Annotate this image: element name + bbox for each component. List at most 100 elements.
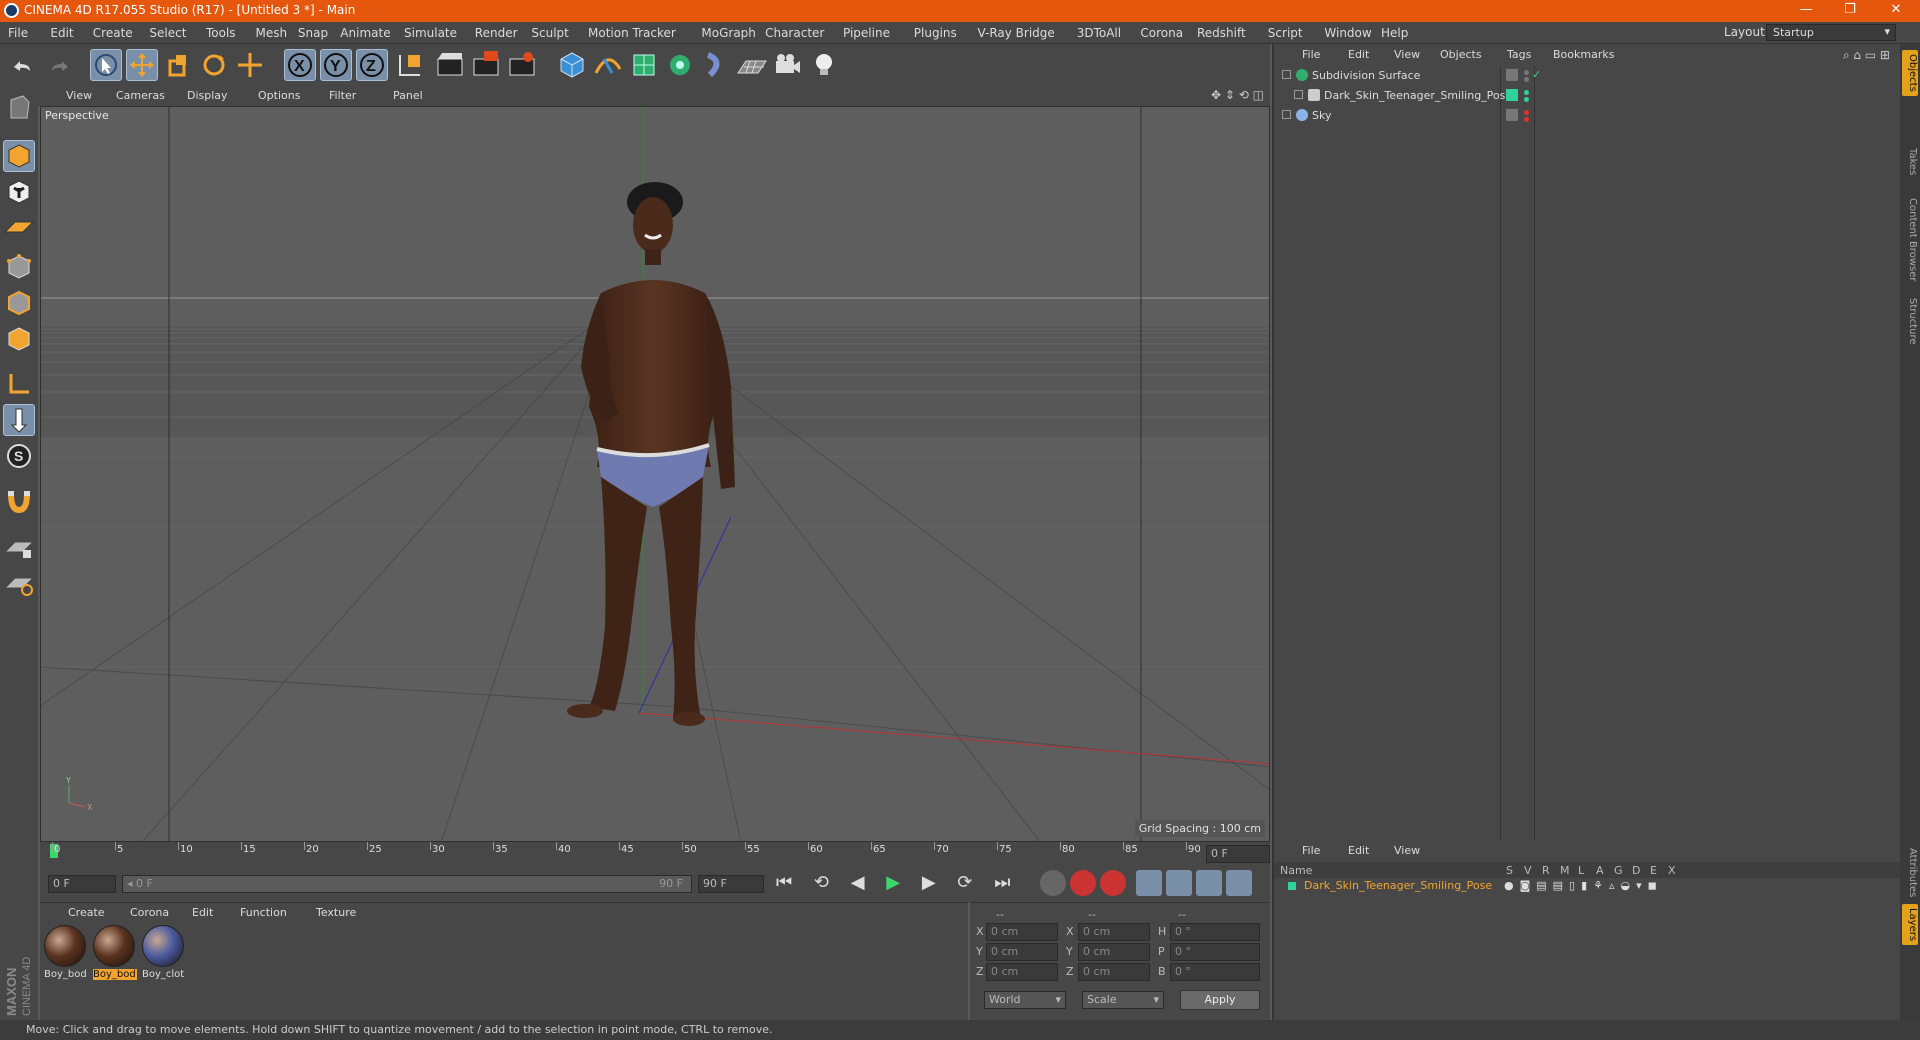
cloner-button[interactable] xyxy=(664,49,696,81)
object-menu-edit[interactable]: Edit xyxy=(1348,48,1369,61)
visibility-render-dot[interactable] xyxy=(1524,117,1529,122)
model-mode-button[interactable] xyxy=(3,140,35,172)
size-z-field[interactable]: 0 cm xyxy=(1078,963,1150,981)
apply-button[interactable]: Apply xyxy=(1180,990,1260,1010)
expand-toggle-icon[interactable] xyxy=(1282,70,1291,79)
live-selection-tool[interactable] xyxy=(90,49,122,81)
menu-item-window[interactable]: Window xyxy=(1324,26,1371,40)
material-menu-function[interactable]: Function xyxy=(240,906,287,919)
menu-item-v-ray-bridge[interactable]: V-Ray Bridge xyxy=(978,26,1055,40)
menu-item-mograph[interactable]: MoGraph xyxy=(701,26,756,40)
right-tab-content-browser[interactable]: Content Browser xyxy=(1902,194,1918,285)
menu-item-mesh[interactable]: Mesh xyxy=(256,26,288,40)
object-menu-tags[interactable]: Tags xyxy=(1507,48,1531,61)
viewport-menu-view[interactable]: View xyxy=(66,89,92,102)
position-y-field[interactable]: 0 cm xyxy=(986,943,1058,961)
menu-item-file[interactable]: File xyxy=(8,26,28,40)
menu-item-redshift[interactable]: Redshift xyxy=(1197,26,1246,40)
menu-item-script[interactable]: Script xyxy=(1268,26,1303,40)
viewport-menu-cameras[interactable]: Cameras xyxy=(116,89,165,102)
viewport-menu-display[interactable]: Display xyxy=(187,89,228,102)
visibility-render-dot[interactable] xyxy=(1524,77,1529,82)
object-name[interactable]: Subdivision Surface xyxy=(1312,69,1420,82)
visibility-editor-dot[interactable] xyxy=(1524,90,1529,95)
menu-item-plugins[interactable]: Plugins xyxy=(914,26,957,40)
x-axis-lock[interactable]: X xyxy=(284,49,316,81)
viewport-nav-icons[interactable]: ✥ ⇕ ⟲ ◫ xyxy=(1211,88,1264,102)
object-menu-file[interactable]: File xyxy=(1302,48,1320,61)
coord-system-select[interactable]: World ▾ xyxy=(984,991,1066,1009)
object-row[interactable]: Dark_Skin_Teenager_Smiling_Pose xyxy=(1274,88,1894,106)
spline-pen-button[interactable] xyxy=(592,49,624,81)
keyframe-selection-button[interactable] xyxy=(1100,870,1126,896)
object-menu-bookmarks[interactable]: Bookmarks xyxy=(1553,48,1614,61)
timeline-ruler[interactable]: 0 F 0 5 10 15 20 25 30 35 40 45 50 55 60 65 70 75 80 85 90 xyxy=(40,842,1270,866)
right-tab-layers[interactable]: Layers xyxy=(1902,904,1918,946)
deformer-button[interactable] xyxy=(700,49,732,81)
material-swatch[interactable]: Boy_bod xyxy=(44,925,88,985)
key-scale-button[interactable] xyxy=(1166,870,1192,896)
workplane-mode-button[interactable] xyxy=(3,212,35,244)
menu-item-sculpt[interactable]: Sculpt xyxy=(531,26,568,40)
size-x-field[interactable]: 0 cm xyxy=(1078,923,1150,941)
current-frame-field[interactable]: 0 F xyxy=(1206,845,1270,863)
rotation-p-field[interactable]: 0 ° xyxy=(1170,943,1260,961)
make-editable-button[interactable] xyxy=(3,92,35,124)
material-menu-texture[interactable]: Texture xyxy=(316,906,356,919)
lock-workplane-button[interactable] xyxy=(3,532,35,564)
render-view-button[interactable] xyxy=(434,49,466,81)
frame-range-slider[interactable]: ◂ 0 F 90 F xyxy=(122,875,692,893)
recent-tool[interactable] xyxy=(234,49,266,81)
solo-button[interactable]: S xyxy=(3,440,35,472)
coordinate-system-button[interactable] xyxy=(394,49,426,81)
material-swatch[interactable]: Boy_clot xyxy=(142,925,186,985)
menu-item-character[interactable]: Character xyxy=(765,26,824,40)
layer-menu-edit[interactable]: Edit xyxy=(1348,844,1369,857)
menu-item-render[interactable]: Render xyxy=(475,26,518,40)
cube-object-button[interactable] xyxy=(556,49,588,81)
y-axis-lock[interactable]: Y xyxy=(320,49,352,81)
menu-item-select[interactable]: Select xyxy=(149,26,186,40)
perspective-viewport[interactable]: Y X Perspective Grid Spacing : 100 cm xyxy=(40,106,1270,842)
menu-item-create[interactable]: Create xyxy=(93,26,133,40)
object-name[interactable]: Sky xyxy=(1312,109,1331,122)
object-row[interactable]: Sky xyxy=(1274,108,1894,126)
camera-button[interactable] xyxy=(772,49,804,81)
layer-row-toggles[interactable]: ●◙▤▤▯▮⚘▵◒▾◼ xyxy=(1504,879,1663,892)
move-tool[interactable] xyxy=(126,49,158,81)
menu-item-animate[interactable]: Animate xyxy=(340,26,390,40)
maximize-button[interactable]: ❐ xyxy=(1830,2,1870,20)
menu-item-motion-tracker[interactable]: Motion Tracker xyxy=(588,26,676,40)
key-parameter-button[interactable] xyxy=(1226,870,1252,896)
key-position-button[interactable] xyxy=(1136,870,1162,896)
minimize-button[interactable]: — xyxy=(1786,2,1826,20)
points-mode-button[interactable] xyxy=(3,250,35,282)
layout-select[interactable]: Startup ▾ xyxy=(1766,24,1896,41)
menu-item-simulate[interactable]: Simulate xyxy=(404,26,457,40)
coord-scale-select[interactable]: Scale ▾ xyxy=(1082,991,1164,1009)
viewport-menu-options[interactable]: Options xyxy=(258,89,300,102)
z-axis-lock[interactable]: Z xyxy=(356,49,388,81)
position-x-field[interactable]: 0 cm xyxy=(986,923,1058,941)
autokey-button[interactable] xyxy=(1070,870,1096,896)
undo-button[interactable] xyxy=(6,49,38,81)
right-tab-takes[interactable]: Takes xyxy=(1902,144,1918,179)
layer-row-name[interactable]: Dark_Skin_Teenager_Smiling_Pose xyxy=(1304,879,1492,892)
floor-button[interactable] xyxy=(736,49,768,81)
layer-color-swatch[interactable] xyxy=(1288,882,1296,890)
record-active-objects-button[interactable] xyxy=(1040,870,1066,896)
close-button[interactable]: ✕ xyxy=(1876,2,1916,20)
material-menu-corona[interactable]: Corona xyxy=(130,906,169,919)
visibility-editor-dot[interactable] xyxy=(1524,110,1529,115)
rotation-h-field[interactable]: 0 ° xyxy=(1170,923,1260,941)
menu-item-tools[interactable]: Tools xyxy=(206,26,236,40)
menu-item-help[interactable]: Help xyxy=(1381,26,1408,40)
start-frame-field[interactable]: 0 F xyxy=(48,875,116,893)
key-rotation-button[interactable] xyxy=(1196,870,1222,896)
snap-button[interactable] xyxy=(3,486,35,518)
object-layer-icon[interactable] xyxy=(1506,89,1518,101)
end-frame-field[interactable]: 90 F xyxy=(698,875,764,893)
viewport-menu-filter[interactable]: Filter xyxy=(329,89,356,102)
tweak-mode-button[interactable] xyxy=(3,404,35,436)
menu-item-corona[interactable]: Corona xyxy=(1140,26,1183,40)
